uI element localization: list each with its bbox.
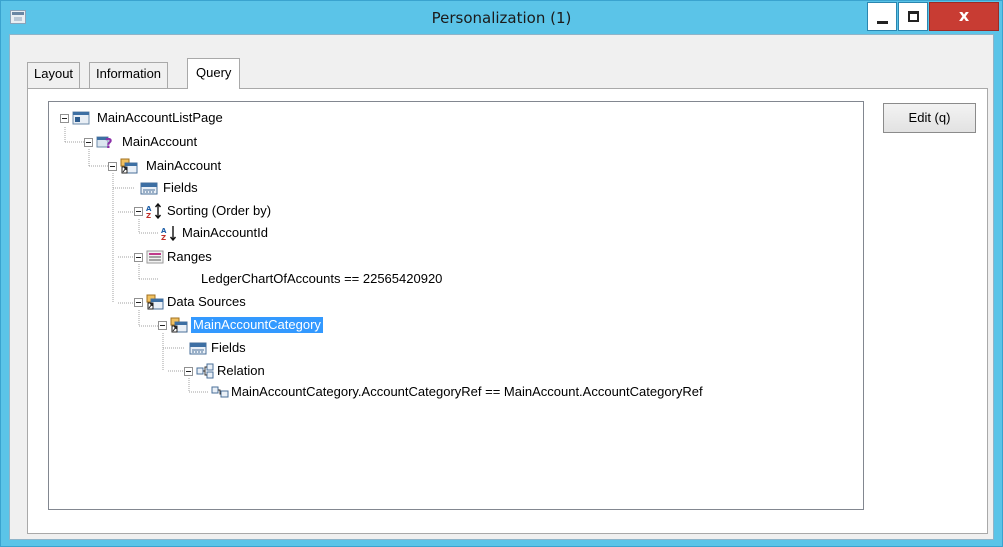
tree-node-root[interactable]: MainAccountListPage (60, 108, 260, 128)
close-button[interactable]: x (929, 2, 999, 31)
tree-label-sorting: Sorting (Order by) (167, 203, 272, 218)
window-title: Personalization (1) (431, 9, 572, 27)
tree-node-relation[interactable]: Relation (184, 361, 324, 381)
relation-icon (211, 386, 229, 398)
relation-icon (196, 363, 214, 379)
tree-label-child-fields: Fields (211, 340, 246, 355)
edit-query-button[interactable]: Edit (q) (883, 103, 976, 133)
minimize-icon (877, 21, 888, 24)
maximize-button[interactable] (898, 2, 928, 31)
tree-label-ranges: Ranges (167, 249, 212, 264)
tree-label-root: MainAccountListPage (97, 110, 223, 125)
title-bar[interactable]: Personalization (1) x (1, 1, 1002, 34)
tree-label-relation-value: MainAccountCategory.AccountCategoryRef =… (231, 384, 703, 399)
tree-label-fields: Fields (163, 180, 198, 195)
datasource-icon (146, 294, 164, 310)
svg-text:Z: Z (146, 212, 151, 219)
tree-node-relation-value[interactable]: MainAccountCategory.AccountCategoryRef =… (208, 382, 848, 402)
query-tree[interactable]: MainAccountListPage ? MainAccount MainAc… (48, 101, 864, 510)
maximize-icon (908, 11, 919, 22)
datasource-icon (120, 158, 138, 174)
tree-label-range-value: LedgerChartOfAccounts == 22565420920 (201, 271, 443, 286)
form-icon (72, 111, 90, 125)
query-tab-panel: MainAccountListPage ? MainAccount MainAc… (27, 88, 988, 534)
tree-node-query[interactable]: ? MainAccount (84, 132, 244, 152)
tree-node-sort-field[interactable]: A Z MainAccountId (158, 223, 318, 243)
tree-label-query: MainAccount (122, 134, 198, 149)
tab-query[interactable]: Query (187, 58, 241, 89)
tree-label-datasource: MainAccount (146, 158, 222, 173)
tree-node-datasource[interactable]: MainAccount (108, 156, 268, 176)
collapse-icon[interactable] (84, 138, 93, 147)
tree-node-child-fields[interactable]: Fields (184, 338, 304, 358)
query-icon: ? (96, 136, 113, 150)
personalization-window: Personalization (1) x Layout Information… (0, 0, 1003, 547)
tree-label-child-datasource: MainAccountCategory (191, 317, 323, 333)
datasource-icon (170, 317, 188, 333)
collapse-icon[interactable] (134, 253, 143, 262)
tab-information[interactable]: Information (89, 62, 169, 88)
close-icon: x (958, 6, 970, 25)
svg-text:Z: Z (161, 234, 166, 241)
svg-text:?: ? (105, 137, 113, 150)
dialog-body: Layout Information Query MainAccountList… (9, 34, 994, 540)
collapse-icon[interactable] (134, 298, 143, 307)
tree-node-child-datasource[interactable]: MainAccountCategory (158, 315, 378, 335)
collapse-icon[interactable] (108, 162, 117, 171)
fields-icon (189, 342, 207, 355)
tree-node-ranges[interactable]: Ranges (134, 247, 254, 267)
ranges-icon (146, 250, 164, 264)
tree-node-data-sources[interactable]: Data Sources (134, 292, 294, 312)
tree-node-sorting[interactable]: A Z Sorting (Order by) (134, 201, 334, 221)
tree-node-range-value[interactable]: LedgerChartOfAccounts == 22565420920 (158, 269, 518, 289)
sort-desc-icon: A Z (161, 226, 177, 241)
collapse-icon[interactable] (134, 207, 143, 216)
tree-label-sort-field: MainAccountId (182, 225, 268, 240)
collapse-icon[interactable] (60, 114, 69, 123)
fields-icon (140, 182, 158, 195)
tree-node-fields[interactable]: Fields (134, 178, 254, 198)
tab-layout[interactable]: Layout (27, 62, 81, 88)
minimize-button[interactable] (867, 2, 897, 31)
sort-icon: A Z (146, 203, 162, 219)
collapse-icon[interactable] (158, 321, 167, 330)
collapse-icon[interactable] (184, 367, 193, 376)
tree-label-data-sources: Data Sources (167, 294, 246, 309)
tree-label-relation: Relation (217, 363, 265, 378)
